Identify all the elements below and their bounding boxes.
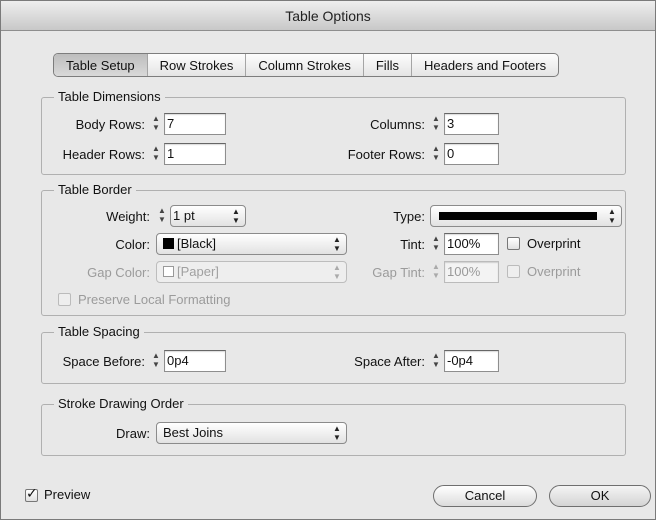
tab-headers-and-footers[interactable]: Headers and Footers: [412, 54, 558, 76]
color-label: Color:: [115, 237, 150, 252]
space-after-input[interactable]: -0p4: [444, 350, 499, 372]
table-spacing-legend: Table Spacing: [54, 324, 144, 339]
overprint-checkbox[interactable]: [507, 237, 520, 250]
table-dimensions-legend: Table Dimensions: [54, 89, 165, 104]
gap-overprint-label: Overprint: [527, 264, 581, 279]
tint-input[interactable]: 100%: [444, 233, 499, 255]
gap-color-label: Gap Color:: [87, 265, 150, 280]
weight-combo[interactable]: 1 pt ▲ ▼: [170, 205, 246, 227]
overprint-label: Overprint: [527, 236, 581, 251]
chevron-updown-icon: ▲ ▼: [333, 424, 341, 442]
color-select[interactable]: [Black] ▲ ▼: [156, 233, 347, 255]
body-rows-stepper[interactable]: ▲ ▼: [149, 114, 163, 134]
body-rows-input[interactable]: 7: [164, 113, 226, 135]
table-dimensions-group: Table Dimensions: [41, 89, 626, 175]
weight-value: 1 pt: [173, 208, 195, 223]
columns-stepper[interactable]: ▲ ▼: [429, 114, 443, 134]
gap-color-select[interactable]: [Paper] ▲ ▼: [156, 261, 347, 283]
header-rows-input[interactable]: 1: [164, 143, 226, 165]
gap-tint-stepper[interactable]: ▲ ▼: [429, 262, 443, 282]
columns-label: Columns:: [370, 117, 425, 132]
space-after-label: Space After:: [354, 354, 425, 369]
gap-color-swatch: [163, 266, 174, 277]
space-before-input[interactable]: 0p4: [164, 350, 226, 372]
header-rows-stepper[interactable]: ▲ ▼: [149, 144, 163, 164]
chevron-updown-icon: ▲ ▼: [608, 207, 616, 225]
header-rows-label: Header Rows:: [62, 147, 145, 162]
gap-overprint-checkbox[interactable]: [507, 265, 520, 278]
tab-bar: Table Setup Row Strokes Column Strokes F…: [53, 53, 560, 77]
color-value: [Black]: [177, 236, 217, 251]
preserve-local-formatting-checkbox[interactable]: [58, 293, 71, 306]
footer-rows-label: Footer Rows:: [347, 147, 425, 162]
draw-value: Best Joins: [163, 425, 223, 440]
table-border-legend: Table Border: [54, 182, 136, 197]
space-before-stepper[interactable]: ▲ ▼: [149, 351, 163, 371]
weight-label: Weight:: [106, 209, 150, 224]
space-before-label: Space Before:: [62, 354, 145, 369]
space-after-stepper[interactable]: ▲ ▼: [429, 351, 443, 371]
footer-rows-stepper[interactable]: ▲ ▼: [429, 144, 443, 164]
weight-stepper[interactable]: ▲ ▼: [155, 206, 169, 226]
color-swatch: [163, 238, 174, 249]
columns-input[interactable]: 3: [444, 113, 499, 135]
draw-label: Draw:: [116, 426, 150, 441]
cancel-button[interactable]: Cancel: [433, 485, 537, 507]
preview-checkbox[interactable]: [25, 486, 38, 502]
solid-stroke-preview: [439, 212, 597, 220]
table-options-dialog: Table Options Table Setup Row Strokes Co…: [0, 0, 656, 520]
tint-label: Tint:: [400, 237, 425, 252]
tab-row-strokes[interactable]: Row Strokes: [148, 54, 247, 76]
type-label: Type:: [393, 209, 425, 224]
draw-select[interactable]: Best Joins ▲ ▼: [156, 422, 347, 444]
ok-button[interactable]: OK: [549, 485, 651, 507]
gap-tint-label: Gap Tint:: [372, 265, 425, 280]
preview-label: Preview: [44, 487, 91, 502]
body-rows-label: Body Rows:: [75, 117, 145, 132]
tab-table-setup[interactable]: Table Setup: [54, 54, 148, 76]
type-select[interactable]: ▲ ▼: [430, 205, 622, 227]
tab-fills[interactable]: Fills: [364, 54, 412, 76]
preserve-local-formatting-label: Preserve Local Formatting: [78, 292, 231, 307]
gap-tint-input[interactable]: 100%: [444, 261, 499, 283]
chevron-updown-icon: ▲ ▼: [232, 207, 240, 225]
gap-color-value: [Paper]: [177, 264, 219, 279]
tab-column-strokes[interactable]: Column Strokes: [246, 54, 364, 76]
tint-stepper[interactable]: ▲ ▼: [429, 234, 443, 254]
footer-rows-input[interactable]: 0: [444, 143, 499, 165]
stroke-drawing-order-legend: Stroke Drawing Order: [54, 396, 188, 411]
window-title: Table Options: [1, 1, 655, 31]
